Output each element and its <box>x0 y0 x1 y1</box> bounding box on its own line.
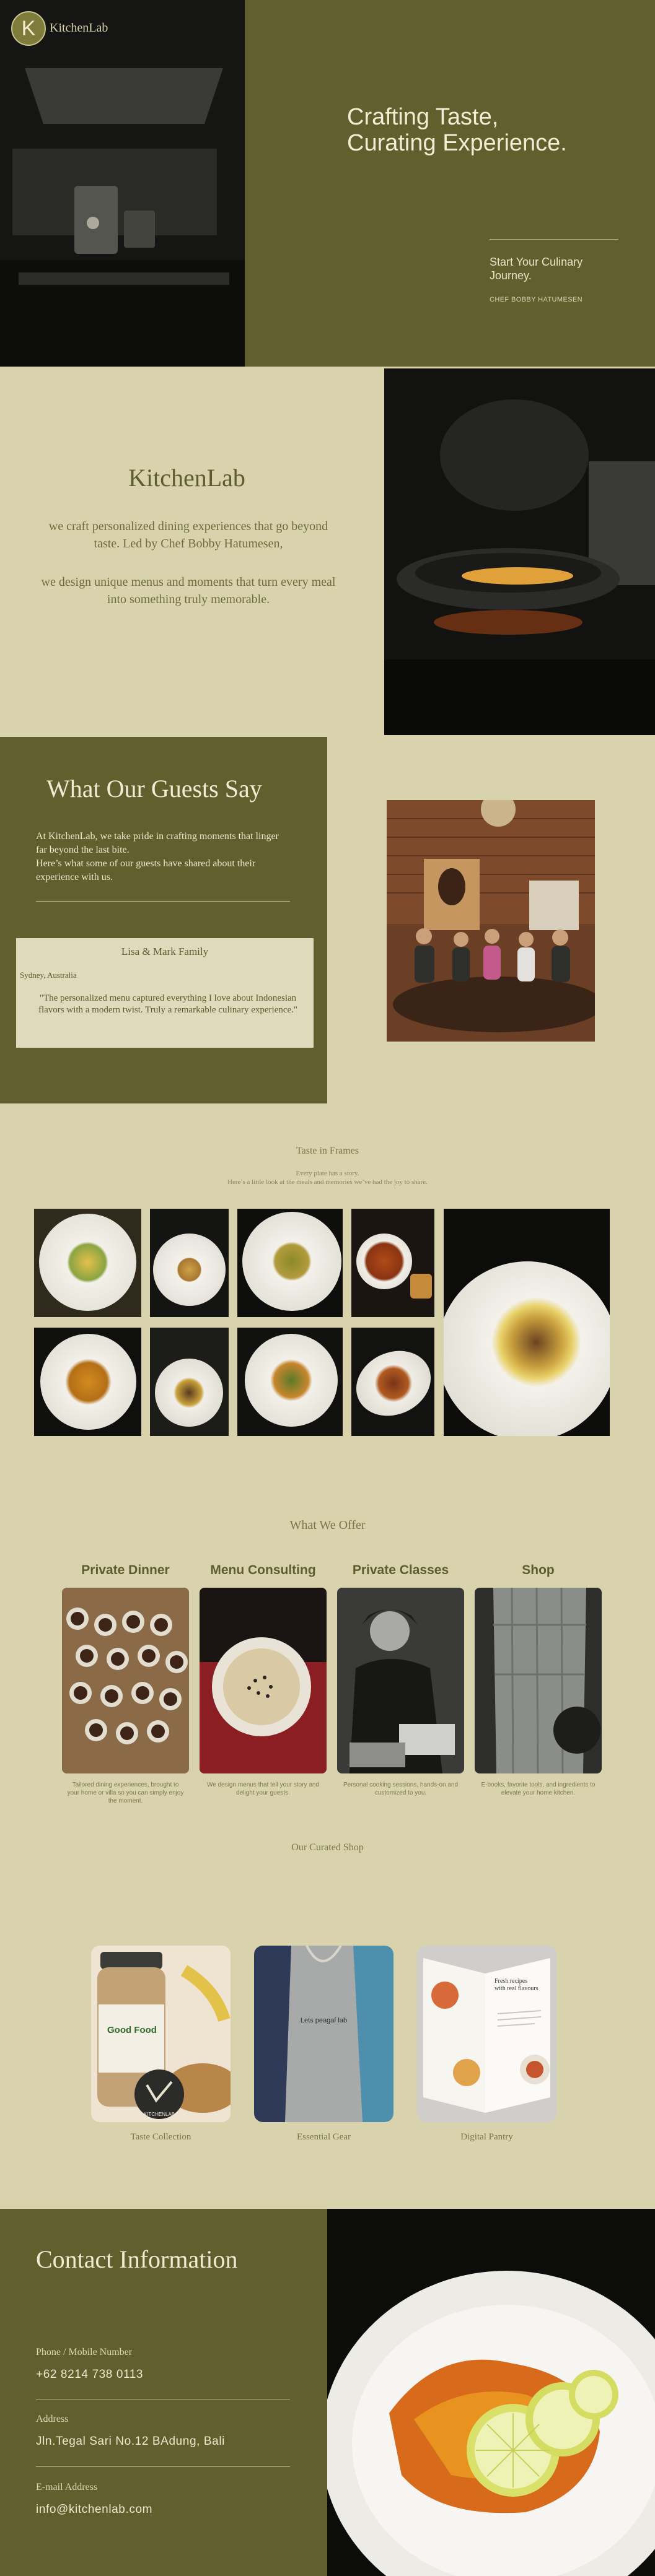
service-desc-line: customized to you. <box>374 1790 427 1796</box>
gallery-subtitle-line-2: Here’s a little look at the meals and me… <box>227 1178 428 1186</box>
offer-title: What We Offer <box>289 1518 366 1532</box>
gallery-subtitle-line-1: Every plate has a story. <box>296 1170 359 1177</box>
email-label: E-mail Address <box>36 2482 98 2492</box>
email-value[interactable]: info@kitchenlab.com <box>36 2503 152 2517</box>
service-desc-line: Personal cooking sessions, hands-on and <box>343 1782 459 1788</box>
logo-text[interactable]: KitchenLab <box>50 21 108 35</box>
address-value: Jln.Tegal Sari No.12 BAdung, Bali <box>36 2435 225 2448</box>
shop-item-image-essential-gear[interactable]: Lets peagaf lab <box>254 1946 393 2122</box>
book-text-line-2: with real flavours <box>495 1985 539 1992</box>
service-title-private-classes: Private Classes <box>352 1563 449 1577</box>
testimonial-location: Sydney, Australia <box>20 970 77 980</box>
service-desc-line: E-books, favorite tools, and ingredients… <box>481 1782 596 1788</box>
contact-dish-photo <box>327 2209 655 2576</box>
contact-divider <box>36 2466 290 2467</box>
service-desc-line: the moment. <box>108 1798 143 1804</box>
hero-panel <box>245 0 655 367</box>
about-p1-line-2: taste. Led by Chef Bobby Hatumesen, <box>94 537 283 550</box>
book-text: Fresh recipes with real flavours <box>495 1978 549 1993</box>
testimonials-intro-line-4: experience with us. <box>36 872 113 882</box>
logo-badge[interactable]: K <box>11 11 46 46</box>
hero-cta-link[interactable]: Start Your Culinary Journey. <box>490 255 613 282</box>
service-title-menu-consulting: Menu Consulting <box>210 1563 316 1577</box>
testimonial-quote: "The personalized menu captured everythi… <box>29 993 307 1016</box>
testimonial-quote-line-1: "The personalized menu captured everythi… <box>39 993 297 1003</box>
hero-headline: Crafting Taste, Curating Experience. <box>347 104 607 156</box>
gallery-photo-5[interactable] <box>34 1328 141 1436</box>
shop-caption-essential-gear[interactable]: Essential Gear <box>254 2132 393 2143</box>
about-p2-line-2: into something truly memorable. <box>107 593 270 606</box>
gallery-photo-2[interactable] <box>150 1209 229 1317</box>
shop-item-image-digital-pantry[interactable]: Fresh recipes with real flavours <box>417 1946 556 2122</box>
hero-headline-line-2: Curating Experience. <box>347 130 567 156</box>
testimonials-title: What Our Guests Say <box>46 775 262 803</box>
gallery-photo-6[interactable] <box>150 1328 229 1436</box>
contact-title: Contact Information <box>36 2245 238 2273</box>
gallery-photo-4[interactable] <box>351 1209 434 1317</box>
hero-headline-line-1: Crafting Taste, <box>347 104 499 130</box>
gallery-photo-7[interactable] <box>237 1328 343 1436</box>
testimonials-divider <box>36 901 290 902</box>
about-p1-line-1: we craft personalized dining experiences… <box>48 520 328 533</box>
about-title: KitchenLab <box>128 464 245 492</box>
apron-text: Lets peagaf lab <box>300 2017 348 2024</box>
service-desc-line: delight your guests. <box>236 1790 290 1796</box>
testimonials-intro-line-2: far beyond the last bite. <box>36 845 130 855</box>
service-desc-line: Tailored dining experiences, brought to <box>72 1782 179 1788</box>
service-title-private-dinner: Private Dinner <box>81 1563 170 1577</box>
testimonials-intro-line-1: At KitchenLab, we take pride in crafting… <box>36 831 279 842</box>
shop-item-image-taste-collection[interactable]: Good Food KITCHENLAB <box>91 1946 231 2122</box>
hero-divider <box>490 239 618 240</box>
service-image-private-classes[interactable] <box>337 1588 464 1773</box>
service-image-private-dinner[interactable] <box>62 1588 189 1773</box>
about-paragraph-1: we craft personalized dining experiences… <box>19 518 358 552</box>
about-paragraph-2: we design unique menus and moments that … <box>19 573 358 608</box>
jar-tag: KITCHENLAB <box>143 2112 175 2117</box>
testimonials-intro: At KitchenLab, we take pride in crafting… <box>36 830 309 884</box>
testimonial-quote-line-2: flavors with a modern twist. Truly a rem… <box>38 1005 298 1015</box>
gallery-photo-featured[interactable] <box>444 1209 610 1436</box>
testimonials-intro-line-3: Here’s what some of our guests have shar… <box>36 858 256 869</box>
hero-cta-line-2: Journey. <box>490 269 532 282</box>
jar-label: Good Food <box>107 2025 157 2035</box>
service-desc-private-classes: Personal cooking sessions, hands-on and … <box>337 1781 464 1797</box>
service-desc-menu-consulting: We design menus that tell your story and… <box>200 1781 327 1797</box>
service-image-shop[interactable] <box>475 1588 602 1773</box>
about-p2-line-1: we design unique menus and moments that … <box>41 575 336 589</box>
gallery-photo-3[interactable] <box>237 1209 343 1317</box>
hero-kitchen-photo: K KitchenLab <box>0 0 245 367</box>
service-desc-line: We design menus that tell your story and <box>206 1782 320 1788</box>
book-text-line-1: Fresh recipes <box>495 1978 528 1985</box>
service-image-menu-consulting[interactable] <box>200 1588 327 1773</box>
shop-caption-digital-pantry[interactable]: Digital Pantry <box>417 2132 556 2143</box>
phone-value[interactable]: +62 8214 738 0113 <box>36 2368 143 2382</box>
service-desc-line: elevate your home kitchen. <box>501 1790 576 1796</box>
logo-letter: K <box>21 16 36 40</box>
shop-caption-taste-collection[interactable]: Taste Collection <box>91 2132 231 2143</box>
gallery-photo-8[interactable] <box>351 1328 434 1436</box>
testimonial-name: Lisa & Mark Family <box>121 946 209 957</box>
gallery-subtitle: Every plate has a story. Here’s a little… <box>0 1169 655 1186</box>
service-desc-private-dinner: Tailored dining experiences, brought to … <box>62 1781 189 1805</box>
service-title-shop: Shop <box>522 1563 555 1577</box>
kitchen-illustration <box>0 0 245 367</box>
hero-byline: CHEF BOBBY HATUMESEN <box>490 296 583 303</box>
service-desc-line: your home or villa so you can simply enj… <box>67 1790 184 1796</box>
about-pan-photo <box>384 368 655 735</box>
gallery-photo-1[interactable] <box>34 1209 141 1317</box>
testimonial-card: Lisa & Mark Family Sydney, Australia "Th… <box>16 938 314 1048</box>
shop-title: Our Curated Shop <box>291 1842 364 1853</box>
gallery-title: Taste in Frames <box>296 1146 359 1156</box>
hero-cta-line-1: Start Your Culinary <box>490 256 583 268</box>
phone-label: Phone / Mobile Number <box>36 2347 133 2357</box>
guests-photo <box>387 800 595 1042</box>
service-desc-shop: E-books, favorite tools, and ingredients… <box>475 1781 602 1797</box>
address-label: Address <box>36 2414 69 2424</box>
